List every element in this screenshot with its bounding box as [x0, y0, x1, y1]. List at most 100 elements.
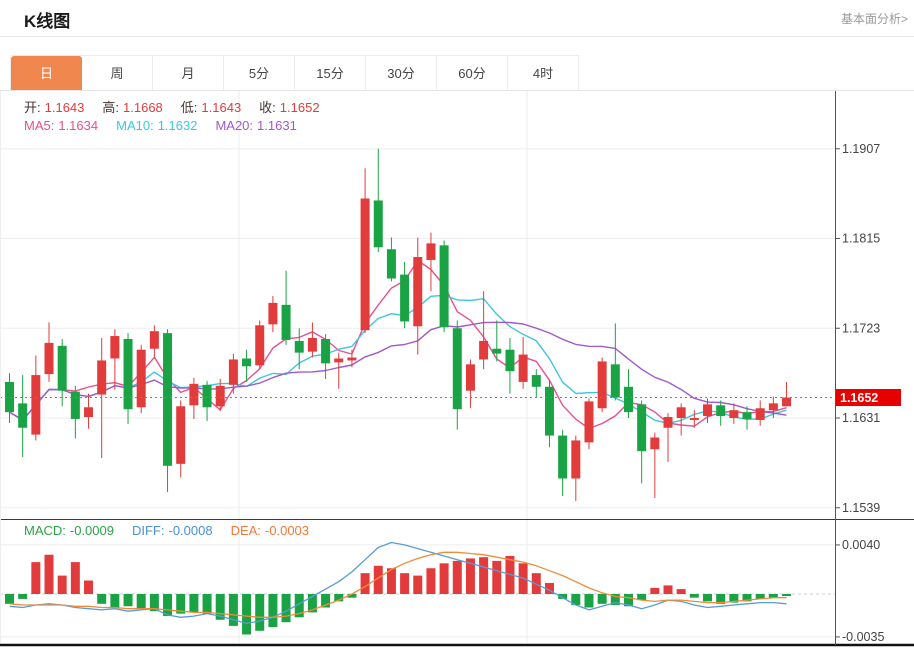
price-axis-label: 1.1907	[842, 142, 880, 156]
candle-body	[203, 385, 212, 407]
candle-body	[532, 375, 541, 387]
macd-bar	[282, 594, 291, 622]
candle-body	[216, 386, 225, 406]
candle-body	[163, 333, 172, 466]
legend-ma5-label: MA5:	[24, 118, 54, 133]
candle-body	[545, 387, 554, 436]
candle-body	[124, 339, 133, 409]
kline-page: 1.19071.18151.17231.16311.15391.16520.00…	[0, 0, 914, 649]
tab-5min[interactable]: 5分	[224, 56, 295, 91]
macd-bar	[361, 573, 370, 594]
legend-macd-value: -0.0009	[70, 523, 114, 538]
tab-4hour[interactable]: 4时	[508, 56, 579, 91]
macd-bar	[650, 588, 659, 594]
macd-bar	[97, 594, 106, 604]
candle-body	[558, 436, 567, 479]
macd-bar	[255, 594, 264, 631]
macd-bar	[203, 594, 212, 614]
header-divider	[0, 36, 914, 37]
tab-30min[interactable]: 30分	[366, 56, 437, 91]
tab-week[interactable]: 周	[82, 56, 153, 91]
macd-bar	[189, 594, 198, 612]
fundamental-analysis-link[interactable]: 基本面分析>	[841, 10, 908, 27]
macd-legend: MACD:-0.0009 DIFF:-0.0008 DEA: -0.0003	[24, 523, 327, 538]
candle-body	[137, 350, 146, 408]
candle-body	[677, 407, 686, 418]
candle-body	[150, 331, 159, 349]
legend-ma5: MA5: 1.1634	[24, 118, 102, 133]
macd-bar	[703, 594, 712, 601]
diff-line	[10, 543, 787, 624]
tab-15min[interactable]: 15分	[295, 56, 366, 91]
candle-body	[440, 245, 449, 327]
legend-ma20-label: MA20:	[215, 118, 253, 133]
legend-ma20: MA20:1.1631	[215, 118, 300, 133]
legend-close-label: 收:	[259, 100, 276, 115]
price-axis-label: 1.1815	[842, 232, 880, 246]
candle-body	[242, 358, 251, 366]
legend-dea: DEA: -0.0003	[231, 523, 313, 538]
macd-bar	[110, 594, 119, 607]
candle-body	[308, 338, 317, 352]
legend-open-value: 1.1643	[45, 100, 85, 115]
legend-dea-value: -0.0003	[265, 523, 309, 538]
legend-ma5-value: 1.1634	[58, 118, 98, 133]
candle-body	[479, 341, 488, 360]
candle-body	[282, 305, 291, 340]
candle-body	[84, 407, 93, 417]
macd-bar	[84, 581, 93, 594]
macd-bar	[677, 589, 686, 594]
macd-bar	[45, 555, 54, 594]
dea-line	[10, 552, 787, 617]
tab-60min[interactable]: 60分	[437, 56, 508, 91]
legend-high-label: 高:	[102, 100, 119, 115]
legend-close-value: 1.1652	[280, 100, 320, 115]
macd-bar	[18, 594, 27, 599]
legend-close: 收: 1.1652	[259, 97, 323, 116]
candle-body	[769, 403, 778, 410]
legend-diff: DIFF:-0.0008	[132, 523, 217, 538]
candle-body	[97, 360, 106, 394]
macd-bar	[479, 557, 488, 594]
macd-bar	[71, 562, 80, 594]
macd-bar	[400, 573, 409, 594]
macd-bar	[598, 594, 607, 604]
tabrow-border	[0, 90, 914, 91]
candle-body	[58, 346, 67, 391]
ohlc-legend: 开:1.1643高:1.1668低:1.1643收:1.1652	[24, 97, 338, 116]
legend-low-value: 1.1643	[201, 100, 241, 115]
candle-body	[519, 355, 528, 382]
legend-high: 高:1.1668	[102, 97, 166, 116]
macd-bar	[664, 585, 673, 594]
macd-bar	[137, 594, 146, 609]
candle-body	[716, 405, 725, 416]
macd-bar	[58, 576, 67, 594]
candle-body	[255, 325, 264, 365]
timeframe-tab-bar: 日周月5分15分30分60分4时	[10, 55, 579, 91]
legend-ma10-value: 1.1632	[158, 118, 198, 133]
candle-body	[71, 392, 80, 419]
ma-legend: MA5: 1.1634 MA10:1.1632 MA20:1.1631	[24, 118, 315, 133]
candle-body	[505, 350, 514, 371]
legend-ma10: MA10:1.1632	[116, 118, 201, 133]
legend-macd: MACD:-0.0009	[24, 523, 118, 538]
tab-month[interactable]: 月	[153, 56, 224, 91]
legend-open-label: 开:	[24, 100, 41, 115]
candle-body	[492, 349, 501, 354]
candle-body	[361, 199, 370, 331]
tab-day[interactable]: 日	[11, 56, 82, 91]
candle-body	[18, 403, 27, 427]
macd-bar	[426, 568, 435, 594]
candle-body	[729, 410, 738, 418]
legend-open: 开: 1.1643	[24, 97, 88, 116]
price-axis-label: 1.1723	[842, 321, 880, 335]
legend-dea-label: DEA:	[231, 523, 261, 538]
macd-bar	[782, 594, 791, 596]
candle-body	[45, 343, 54, 374]
candle-body	[650, 438, 659, 450]
macd-bar	[453, 561, 462, 594]
candle-body	[334, 358, 343, 362]
candle-body	[598, 361, 607, 408]
candle-body	[611, 364, 620, 397]
macd-bar	[492, 561, 501, 594]
